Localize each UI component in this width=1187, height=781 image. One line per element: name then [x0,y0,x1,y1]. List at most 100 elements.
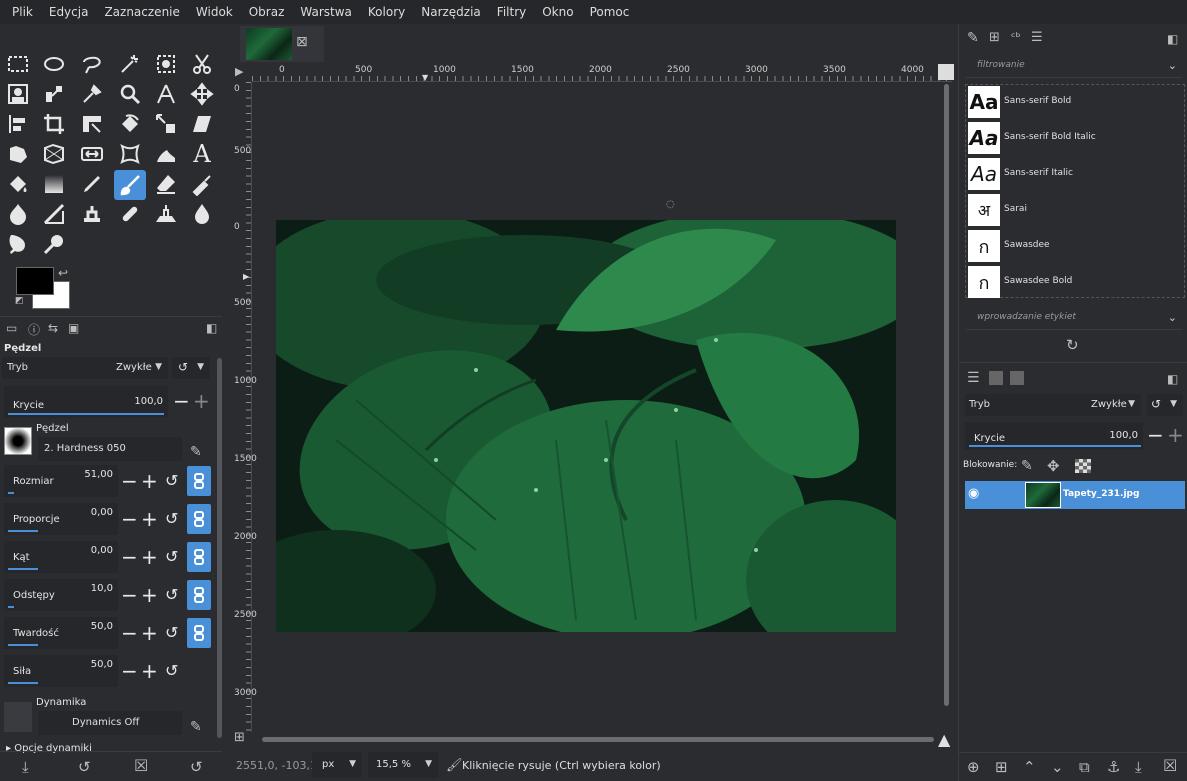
menu-select[interactable]: Zaznaczenie [96,5,187,19]
restore-preset-icon[interactable]: ↺ [78,758,91,776]
link-to-brush-icon[interactable] [187,504,211,534]
lock-pixels-icon[interactable]: ✎ [1021,458,1033,474]
smudge-warp-tool-icon[interactable] [152,140,180,168]
foreground-color-swatch-top[interactable] [16,267,54,295]
menu-windows[interactable]: Okno [534,5,581,19]
new-layer-group-icon[interactable]: ⊞ [995,758,1008,776]
visibility-eye-icon[interactable]: ◉ [968,486,979,501]
align-tool-icon[interactable] [4,110,32,138]
slider-3[interactable]: Odstępy 10,0 [4,579,118,611]
gradient-tool-icon[interactable] [40,170,68,198]
paths-tab-icon[interactable] [1010,371,1024,385]
close-tab-icon[interactable]: ⊠ [296,34,308,50]
pencil-tool-icon[interactable] [78,170,106,198]
increase-icon[interactable]: + [141,623,158,643]
increase-icon[interactable]: + [1167,425,1184,445]
tool-options-tab-icon[interactable]: ▭ [6,321,17,335]
menu-edit[interactable]: Edycja [41,5,97,19]
swap-colors-icon[interactable]: ↩ [58,266,68,280]
image-tab[interactable]: ⊠ [240,26,324,62]
decrease-icon[interactable]: − [121,623,138,643]
image-canvas[interactable] [276,220,896,632]
move-tool-icon[interactable] [188,80,216,108]
decrease-icon[interactable]: − [121,585,138,605]
default-colors-icon[interactable]: ◩ [15,296,24,306]
mypaint-brush-tool-icon[interactable] [40,200,68,228]
clone-tool-icon[interactable] [78,200,106,228]
horizontal-ruler[interactable]: 0 500 1000 1500 2000 2500 3000 3500 4000… [252,64,952,82]
mode-reset-menu[interactable]: ↺ ▼ [172,357,210,379]
dodge-burn-tool-icon[interactable] [40,230,68,258]
link-to-brush-icon[interactable] [187,618,211,648]
patterns-tab-icon[interactable]: ⊞ [989,30,1000,45]
font-row[interactable]: ก Sawasdee Bold [966,265,1180,299]
raise-layer-icon[interactable]: ⌃ [1023,758,1036,776]
horizontal-scrollbar[interactable] [262,737,934,742]
fuzzy-select-tool-icon[interactable] [116,50,144,78]
duplicate-layer-icon[interactable]: ⧉ [1079,758,1090,776]
fonts-filter-field[interactable]: filtrowanie ⌄ [965,54,1183,78]
tag-entry-field[interactable]: wprowadzanie etykiet ⌄ [965,306,1183,330]
paintbrush-tool-icon[interactable] [114,170,146,200]
configure-dock-icon[interactable]: ◧ [1167,32,1178,46]
save-preset-icon[interactable]: ⤓ [22,758,29,776]
layer-name[interactable]: Tapety_231.jpg [1063,489,1139,499]
decrease-icon[interactable]: − [121,509,138,529]
crop-tool-icon[interactable] [40,110,68,138]
opacity-slider[interactable]: Krycie 100,0 [4,386,168,418]
bucket-fill-tool-icon[interactable] [4,170,32,198]
slider-0[interactable]: Rozmiar 51,00 [4,465,118,497]
heal-tool-icon[interactable] [116,200,144,228]
perspective-tool-icon[interactable] [40,140,68,168]
scale-tool-icon[interactable] [152,110,180,138]
link-to-brush-icon[interactable] [187,466,211,496]
decrease-icon[interactable]: − [121,471,138,491]
menu-filters[interactable]: Filtry [489,5,534,19]
configure-layers-icon[interactable]: ◧ [1167,372,1178,386]
reset-icon[interactable]: ↺ [165,623,178,643]
blur-tool-icon[interactable] [188,200,216,228]
flip-tool-icon[interactable] [78,140,106,168]
reset-icon[interactable]: ↺ [165,661,178,681]
reset-icon[interactable]: ↺ [165,585,178,605]
menu-help[interactable]: Pomoc [582,5,638,19]
merge-layer-icon[interactable]: ⤓ [1135,758,1142,776]
increase-icon[interactable]: + [141,547,158,567]
brushes-tab-icon[interactable]: ✎ [967,30,979,46]
dynamics-preview-icon[interactable] [4,702,32,732]
airbrush-tool-icon[interactable] [188,170,216,198]
text-tool-icon[interactable]: A [188,140,216,168]
new-layer-icon[interactable]: ⊕ [967,758,980,776]
layers-tab-icon[interactable]: ☰ [967,370,980,386]
increase-icon[interactable]: + [141,471,158,491]
menu-view[interactable]: Widok [188,5,241,19]
slider-5[interactable]: Siła 50,0 [4,655,118,687]
link-to-brush-icon[interactable] [187,542,211,572]
vertical-scrollbar[interactable] [944,84,949,706]
decrease-icon[interactable]: − [1147,425,1164,445]
navigation-arrow-icon[interactable]: ▲ [938,730,950,749]
configure-tab-icon[interactable]: ◧ [206,321,217,335]
unit-select[interactable]: px ▼ [312,752,362,778]
increase-icon[interactable]: + [141,509,158,529]
lock-alpha-icon[interactable] [1075,459,1091,473]
color-picker-tool-icon[interactable] [78,80,106,108]
navigate-icon[interactable]: ⊞ [234,730,245,745]
edit-dynamics-icon[interactable]: ✎ [190,719,202,735]
slider-1[interactable]: Proporcje 0,00 [4,503,118,535]
reset-icon[interactable]: ↺ [165,509,178,529]
measure-tool-icon[interactable] [152,80,180,108]
brush-select[interactable]: 2. Hardness 050 [38,437,182,461]
zoom-tool-icon[interactable] [116,80,144,108]
layer-mode-reset-menu[interactable]: ↺ ▼ [1147,394,1183,416]
decrease-icon[interactable]: − [173,391,190,411]
increase-icon[interactable]: + [141,585,158,605]
smudge-tool-icon[interactable] [4,230,32,258]
decrease-icon[interactable]: − [121,661,138,681]
layer-row[interactable]: ◉ Tapety_231.jpg [965,481,1185,509]
font-row[interactable]: Aa Sans-serif Bold [966,85,1180,119]
images-tab-icon[interactable]: ▣ [68,321,79,335]
reset-icon[interactable]: ↺ [165,471,178,491]
reset-options-icon[interactable]: ↺ [190,758,203,776]
perspective-clone-tool-icon[interactable] [152,200,180,228]
